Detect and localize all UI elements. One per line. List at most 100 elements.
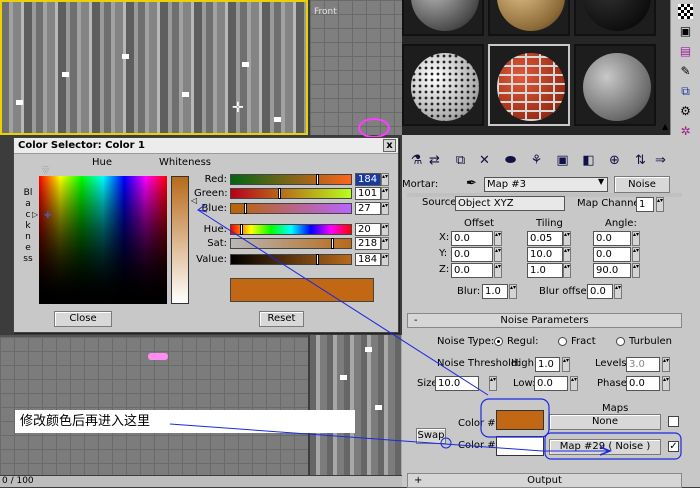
- map-channel-input[interactable]: 1: [636, 197, 654, 212]
- source-select[interactable]: Object XYZ: [455, 196, 565, 211]
- assign-material-icon[interactable]: ⧉: [452, 152, 469, 169]
- slider-knob[interactable]: [240, 224, 243, 235]
- sample-uv-icon[interactable]: ▤: [678, 44, 693, 59]
- go-forward-icon[interactable]: ⇒: [652, 152, 669, 169]
- spinner[interactable]: ▴▾: [632, 263, 640, 278]
- material-slot[interactable]: [402, 44, 484, 126]
- color-slider[interactable]: [230, 203, 352, 214]
- offset-y-input[interactable]: 0.0: [451, 247, 493, 262]
- spinner[interactable]: ▴▾: [662, 357, 670, 372]
- close-button[interactable]: Close: [54, 311, 112, 327]
- slider-knob[interactable]: [331, 238, 334, 249]
- top-viewport[interactable]: [0, 335, 308, 475]
- offset-x-input[interactable]: 0.0: [451, 231, 493, 246]
- map-name-field[interactable]: Map #3: [484, 177, 608, 192]
- slider-knob[interactable]: [316, 174, 319, 185]
- go-to-parent-icon[interactable]: ⇅: [632, 152, 649, 169]
- video-check-icon[interactable]: ✎: [678, 64, 693, 79]
- slider-value-input[interactable]: 20: [355, 223, 381, 236]
- blur-input[interactable]: 1.0: [482, 284, 508, 299]
- tiling-z-input[interactable]: 1.0: [527, 263, 563, 278]
- map-type-button[interactable]: Noise: [614, 176, 670, 193]
- spinner[interactable]: ▴▾: [381, 187, 389, 200]
- spinner[interactable]: ▴▾: [632, 231, 640, 246]
- front-viewport[interactable]: [310, 0, 402, 135]
- scroll-up-icon[interactable]: ▲: [662, 122, 670, 132]
- show-end-result-icon[interactable]: ⊕: [606, 152, 623, 169]
- material-slot[interactable]: [402, 0, 484, 36]
- spinner[interactable]: ▴▾: [381, 237, 389, 250]
- color-slider[interactable]: [230, 174, 352, 185]
- close-icon[interactable]: x: [383, 139, 396, 152]
- spinner[interactable]: ▴▾: [563, 247, 571, 262]
- color-slider[interactable]: [230, 224, 352, 235]
- get-material-icon[interactable]: ⚗: [408, 152, 425, 169]
- high-input[interactable]: 1.0: [535, 357, 560, 372]
- put-to-library-icon[interactable]: ⚘: [528, 152, 545, 169]
- spinner[interactable]: ▴▾: [494, 231, 502, 246]
- spinner[interactable]: ▴▾: [494, 247, 502, 262]
- spinner[interactable]: ▴▾: [509, 284, 517, 299]
- regular-radio[interactable]: [494, 337, 503, 346]
- time-slider[interactable]: 0 / 100: [0, 476, 402, 487]
- color2-swatch[interactable]: [496, 436, 544, 456]
- tiling-y-input[interactable]: 10.0: [527, 247, 563, 262]
- blackness-pointer-icon[interactable]: ▷: [32, 210, 38, 219]
- backlight-icon[interactable]: ▣: [678, 24, 693, 39]
- put-to-scene-icon[interactable]: ⇄: [426, 152, 443, 169]
- offset-z-input[interactable]: 0.0: [451, 263, 493, 278]
- noise-parameters-rollout[interactable]: - Noise Parameters: [407, 313, 682, 328]
- low-input[interactable]: 0.0: [534, 376, 568, 391]
- reset-button[interactable]: Reset: [259, 311, 304, 327]
- chevron-down-icon[interactable]: ▼: [598, 177, 604, 186]
- angle-x-input[interactable]: 0.0: [593, 231, 631, 246]
- spinner[interactable]: ▴▾: [662, 376, 670, 391]
- color-slider[interactable]: [230, 254, 352, 265]
- phase-input[interactable]: 0.0: [626, 376, 660, 391]
- material-effects-icon[interactable]: ▣: [554, 152, 571, 169]
- color1-swatch[interactable]: [496, 410, 544, 430]
- spinner[interactable]: ▴▾: [562, 357, 570, 372]
- spinner[interactable]: ▴▾: [570, 376, 578, 391]
- background-icon[interactable]: [678, 4, 693, 19]
- levels-input[interactable]: 3.0: [626, 357, 660, 372]
- turbulence-radio[interactable]: [616, 337, 625, 346]
- tiling-x-input[interactable]: 0.05: [527, 231, 563, 246]
- color-slider[interactable]: [230, 238, 352, 249]
- material-slot-active[interactable]: [488, 44, 570, 126]
- whiteness-slider[interactable]: [171, 176, 189, 304]
- spinner[interactable]: ▴▾: [563, 263, 571, 278]
- spinner[interactable]: ▴▾: [489, 376, 497, 391]
- color-slider[interactable]: [230, 188, 352, 199]
- slider-knob[interactable]: [278, 188, 281, 199]
- blur-offset-input[interactable]: 0.0: [587, 284, 613, 299]
- eyedropper-icon[interactable]: ✒: [466, 176, 477, 191]
- swap-button[interactable]: Swap: [416, 428, 446, 444]
- slider-value-input[interactable]: 184: [355, 173, 381, 186]
- reset-map-icon[interactable]: ✕: [476, 152, 493, 169]
- color2-map-button[interactable]: Map #29 ( Noise ): [549, 439, 661, 455]
- slider-value-input[interactable]: 218: [355, 237, 381, 250]
- size-input[interactable]: 10.0: [435, 376, 479, 391]
- fractal-radio[interactable]: [558, 337, 567, 346]
- spinner[interactable]: ▴▾: [381, 202, 389, 215]
- angle-z-input[interactable]: 90.0: [593, 263, 631, 278]
- slider-knob[interactable]: [316, 254, 319, 265]
- material-slot[interactable]: [574, 0, 656, 36]
- spinner[interactable]: ▴▾: [494, 263, 502, 278]
- color1-map-button[interactable]: None: [549, 414, 661, 430]
- perspective-viewport[interactable]: ✛: [0, 0, 308, 135]
- angle-y-input[interactable]: 0.0: [593, 247, 631, 262]
- color2-map-checkbox[interactable]: ✓: [668, 441, 679, 452]
- make-unique-icon[interactable]: ⬬: [502, 152, 519, 169]
- slider-knob[interactable]: [244, 203, 247, 214]
- color1-map-checkbox[interactable]: [668, 416, 679, 427]
- spinner[interactable]: ▴▾: [381, 223, 389, 236]
- output-rollout[interactable]: + Output: [407, 473, 682, 488]
- options-icon[interactable]: ⚙: [678, 104, 693, 119]
- dialog-title-bar[interactable]: Color Selector: Color 1 x: [14, 138, 398, 154]
- hue-pointer-icon[interactable]: ▽: [42, 166, 49, 176]
- show-map-icon[interactable]: ◧: [580, 152, 597, 169]
- slider-value-input[interactable]: 27: [355, 202, 381, 215]
- map-channel-spinner[interactable]: ▴▾: [656, 197, 664, 212]
